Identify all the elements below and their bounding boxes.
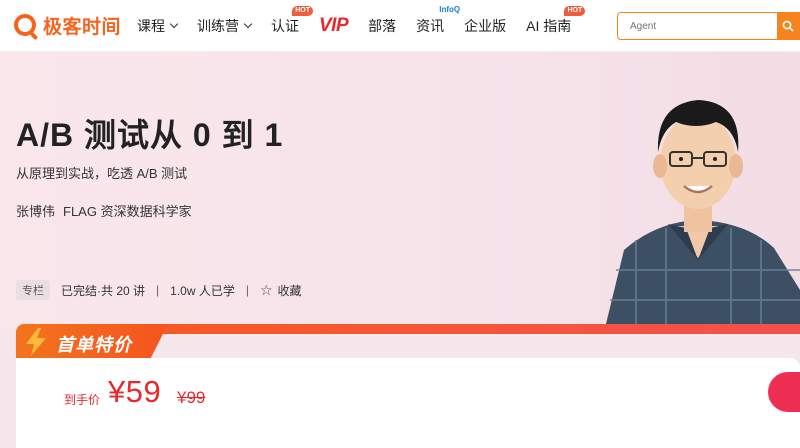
nav-item-tribe[interactable]: 部落 bbox=[368, 16, 396, 36]
logo-text: 极客时间 bbox=[43, 16, 122, 38]
favorite-label: 收藏 bbox=[277, 283, 302, 298]
favorite-button[interactable]: ☆ 收藏 bbox=[260, 282, 302, 299]
meta-divider: | bbox=[245, 283, 249, 297]
search-icon bbox=[782, 20, 794, 32]
author-photo bbox=[596, 90, 800, 324]
search-button[interactable] bbox=[777, 12, 799, 40]
search-input[interactable] bbox=[618, 13, 768, 39]
course-meta: 专栏 已完结·共 20 讲 | 1.0w 人已学 | ☆ 收藏 bbox=[16, 280, 302, 300]
learner-count: 1.0w 人已学 bbox=[170, 283, 235, 298]
current-price: ¥59 bbox=[108, 374, 162, 409]
price-card: 到手价 ¥59 ¥99 bbox=[16, 358, 800, 448]
promo-strip bbox=[156, 324, 800, 334]
nav-item-bootcamp[interactable]: 训练营 bbox=[197, 16, 253, 36]
nav-label: AI 指南 bbox=[526, 18, 572, 34]
nav-item-courses[interactable]: 课程 bbox=[137, 16, 179, 36]
course-subtitle: 从原理到实战，吃透 A/B 测试 bbox=[16, 166, 188, 181]
nav-item-certification[interactable]: 认证 HOT bbox=[271, 6, 313, 36]
search-box bbox=[617, 12, 800, 40]
buy-button[interactable] bbox=[768, 372, 800, 412]
top-navbar: 极客时间 课程 训练营 认证 HOT VIP 部落 资讯 InfoQ 企业版 A… bbox=[0, 0, 800, 52]
main-nav: 课程 训练营 认证 HOT VIP 部落 资讯 InfoQ 企业版 AI 指南 … bbox=[137, 0, 591, 52]
hot-badge: HOT bbox=[564, 6, 586, 16]
price-section: 首单特价 到手价 ¥59 ¥99 bbox=[16, 324, 800, 448]
course-title: A/B 测试从 0 到 1 bbox=[16, 117, 284, 153]
site-logo[interactable]: 极客时间 bbox=[14, 12, 121, 38]
nav-label: 资讯 bbox=[416, 18, 445, 34]
nav-item-news[interactable]: 资讯 InfoQ bbox=[416, 5, 460, 36]
hot-badge: HOT bbox=[292, 6, 313, 16]
lightning-icon bbox=[26, 328, 46, 356]
course-status: 已完结·共 20 讲 bbox=[61, 283, 146, 298]
nav-label: 企业版 bbox=[464, 18, 507, 34]
course-type-badge: 专栏 bbox=[16, 280, 50, 300]
chevron-down-icon bbox=[169, 19, 179, 29]
star-outline-icon: ☆ bbox=[259, 282, 273, 298]
promo-label: 首单特价 bbox=[56, 335, 132, 355]
nav-label: 课程 bbox=[137, 18, 165, 34]
promo-tag: 首单特价 bbox=[16, 324, 168, 360]
nav-label: 训练营 bbox=[197, 18, 239, 34]
meta-divider: | bbox=[156, 283, 160, 297]
nav-item-vip[interactable]: VIP bbox=[319, 15, 349, 37]
nav-item-enterprise[interactable]: 企业版 bbox=[464, 16, 506, 36]
author-name: 张博伟 bbox=[16, 204, 56, 219]
nav-item-ai-guide[interactable]: AI 指南 HOT bbox=[526, 6, 586, 36]
nav-label: 认证 bbox=[271, 18, 299, 34]
chevron-down-icon bbox=[243, 19, 253, 29]
author-info: 张博伟 FLAG 资深数据科学家 bbox=[16, 201, 192, 220]
original-price: ¥99 bbox=[177, 388, 206, 407]
nav-label: 部落 bbox=[368, 18, 397, 34]
infoq-badge: InfoQ bbox=[439, 5, 461, 14]
price-label: 到手价 bbox=[64, 393, 101, 407]
author-title: FLAG 资深数据科学家 bbox=[63, 204, 192, 219]
logo-icon bbox=[14, 14, 36, 36]
